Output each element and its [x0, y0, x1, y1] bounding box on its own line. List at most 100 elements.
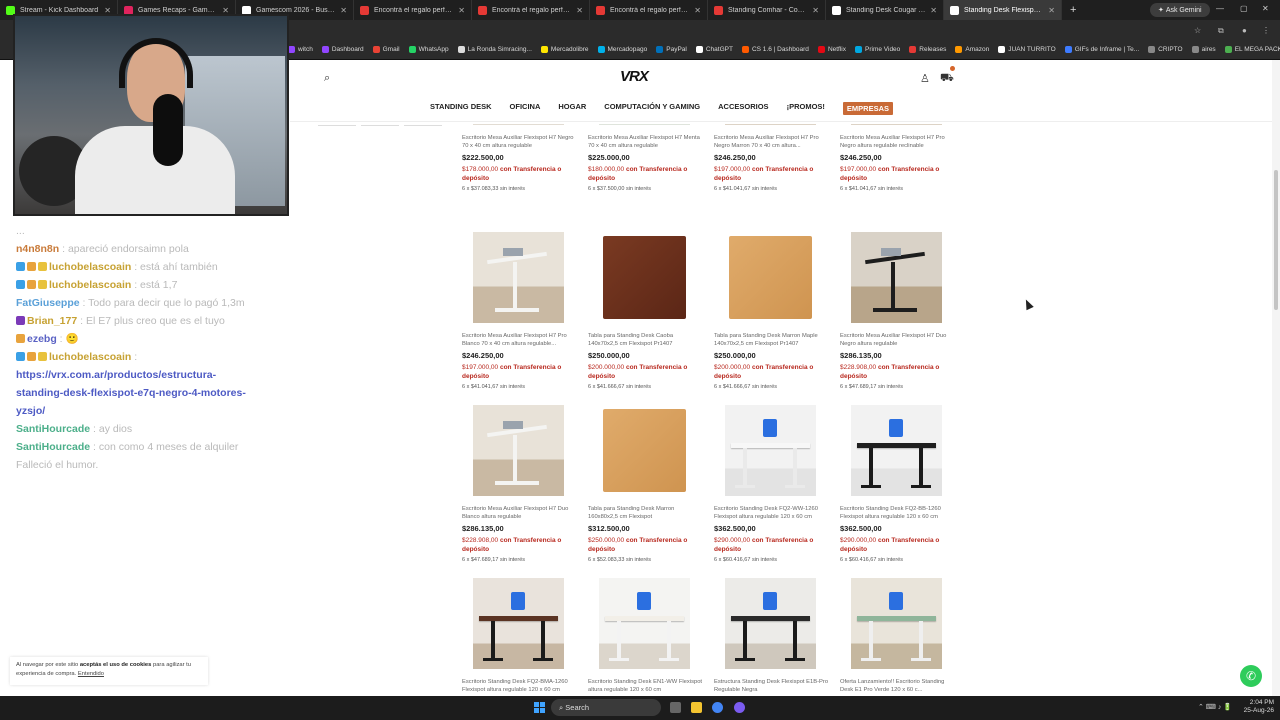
- discord-icon[interactable]: [734, 702, 745, 713]
- product-card[interactable]: Tabla para Standing Desk Marron Maple 14…: [714, 232, 830, 390]
- bookmark-item[interactable]: PayPal: [656, 46, 687, 53]
- bookmark-item[interactable]: CS 1.6 | Dashboard: [741, 46, 809, 53]
- extensions-icon[interactable]: ⧉: [1218, 26, 1224, 36]
- chat-username[interactable]: ezebg: [27, 333, 57, 345]
- bookmark-item[interactable]: EL MEGA PACK PAP...: [1224, 46, 1280, 53]
- filter-controls[interactable]: [318, 123, 442, 126]
- bookmark-item[interactable]: GIFs de Inframe | Te...: [1064, 46, 1139, 53]
- bookmark-item[interactable]: Releases: [909, 46, 946, 53]
- product-name[interactable]: Escritorio Standing Desk EN1-WW Flexispo…: [588, 678, 704, 694]
- product-name[interactable]: Escritorio Standing Desk FQ2-BMA-1260 Fl…: [462, 678, 578, 694]
- windows-start-icon[interactable]: [534, 702, 545, 713]
- product-name[interactable]: Escritorio Mesa Auxiliar Flexispot H7 Du…: [840, 332, 956, 348]
- task-view-icon[interactable]: [670, 702, 681, 713]
- product-image[interactable]: [851, 405, 942, 496]
- product-card[interactable]: Escritorio Standing Desk FQ2-WW-1260 Fle…: [714, 405, 830, 563]
- product-image[interactable]: [599, 124, 690, 125]
- browser-tab[interactable]: Standing Desk Flexispot: Escrit ✕: [944, 0, 1062, 20]
- product-image[interactable]: [599, 232, 690, 323]
- product-card[interactable]: Escritorio Mesa Auxiliar Flexispot H7 Me…: [588, 124, 704, 192]
- bookmark-item[interactable]: Netflix: [817, 46, 846, 53]
- chat-username[interactable]: n4n8n8n: [16, 243, 59, 255]
- chat-username[interactable]: SantiHourcade: [16, 423, 90, 435]
- bookmark-item[interactable]: Mercadopago: [597, 46, 647, 53]
- product-name[interactable]: Escritorio Mesa Auxiliar Flexispot H7 Pr…: [462, 332, 578, 348]
- product-card[interactable]: Escritorio Standing Desk FQ2-BB-1260 Fle…: [840, 405, 956, 563]
- chat-username[interactable]: Brian_177: [27, 315, 77, 327]
- star-icon[interactable]: ☆: [1194, 26, 1201, 35]
- product-name[interactable]: Estructura Standing Desk Flexispot E1B-P…: [714, 678, 830, 694]
- product-card[interactable]: Tabla para Standing Desk Marron 160x80x2…: [588, 405, 704, 563]
- chat-username[interactable]: SantiHourcade: [16, 441, 90, 453]
- nav-item-3[interactable]: COMPUTACIÓN Y GAMING: [604, 102, 700, 115]
- bookmark-item[interactable]: JUAN TURRITO: [998, 46, 1056, 53]
- product-card[interactable]: Estructura Standing Desk Flexispot E1B-P…: [714, 578, 830, 694]
- nav-item-5[interactable]: ¡PROMOS!: [787, 102, 825, 115]
- chat-username[interactable]: luchobelascoain: [49, 351, 131, 363]
- page-scrollbar[interactable]: [1272, 60, 1280, 696]
- bookmark-item[interactable]: Mercadolibre: [540, 46, 589, 53]
- product-card[interactable]: Oferta Lanzamiento!! Escritorio Standing…: [840, 578, 956, 694]
- bookmark-item[interactable]: Amazon: [955, 46, 989, 53]
- product-image[interactable]: [851, 578, 942, 669]
- nav-item-0[interactable]: STANDING DESK: [430, 102, 492, 115]
- tab-close-icon[interactable]: ✕: [694, 6, 701, 15]
- product-name[interactable]: Escritorio Mesa Auxiliar Flexispot H7 Pr…: [840, 134, 956, 150]
- browser-tab[interactable]: Encontrá el regalo perfecto! ✕: [472, 0, 590, 20]
- file-explorer-icon[interactable]: [691, 702, 702, 713]
- product-card[interactable]: Escritorio Mesa Auxiliar Flexispot H7 Du…: [840, 232, 956, 390]
- bookmark-item[interactable]: witch: [288, 46, 313, 53]
- taskbar-search[interactable]: ⌕ Search: [551, 699, 661, 716]
- product-card[interactable]: Escritorio Standing Desk EN1-WW Flexispo…: [588, 578, 704, 694]
- product-name[interactable]: Escritorio Mesa Auxiliar Flexispot H7 Pr…: [714, 134, 830, 150]
- product-card[interactable]: Tabla para Standing Desk Caoba 140x70x2,…: [588, 232, 704, 390]
- bookmark-item[interactable]: Prime Video: [855, 46, 900, 53]
- product-image[interactable]: [725, 578, 816, 669]
- product-card[interactable]: Escritorio Standing Desk FQ2-BMA-1260 Fl…: [462, 578, 578, 694]
- tab-close-icon[interactable]: ✕: [1048, 6, 1055, 15]
- product-name[interactable]: Escritorio Mesa Auxiliar Flexispot H7 Me…: [588, 134, 704, 150]
- bookmark-item[interactable]: CRIPTO: [1148, 46, 1183, 53]
- bookmark-item[interactable]: La Ronda Simracing...: [457, 46, 532, 53]
- search-icon[interactable]: ⌕: [324, 72, 330, 85]
- product-card[interactable]: Escritorio Mesa Auxiliar Flexispot H7 Pr…: [462, 232, 578, 390]
- product-name[interactable]: Escritorio Mesa Auxiliar Flexispot H7 Du…: [462, 505, 578, 521]
- cart-icon[interactable]: ⛟: [940, 72, 954, 86]
- tab-close-icon[interactable]: ✕: [340, 6, 347, 15]
- chrome-icon[interactable]: [712, 702, 723, 713]
- nav-item-4[interactable]: ACCESORIOS: [718, 102, 768, 115]
- chat-link[interactable]: https://vrx.com.ar/productos/estructura-…: [16, 369, 246, 417]
- product-name[interactable]: Tabla para Standing Desk Marron 160x80x2…: [588, 505, 704, 521]
- close-window-icon[interactable]: ✕: [1262, 4, 1269, 13]
- tab-close-icon[interactable]: ✕: [458, 6, 465, 15]
- product-image[interactable]: [851, 232, 942, 323]
- browser-tab[interactable]: Encontrá el regalo perfecto! ✕: [590, 0, 708, 20]
- tab-close-icon[interactable]: ✕: [576, 6, 583, 15]
- chat-username[interactable]: luchobelascoain: [49, 261, 131, 273]
- site-logo[interactable]: VRX: [620, 68, 652, 88]
- bookmark-item[interactable]: WhatsApp: [408, 46, 449, 53]
- product-image[interactable]: [473, 124, 564, 125]
- whatsapp-icon[interactable]: ✆: [1240, 665, 1262, 687]
- minimize-icon[interactable]: —: [1216, 4, 1224, 13]
- product-card[interactable]: Escritorio Mesa Auxiliar Flexispot H7 Pr…: [714, 124, 830, 192]
- chat-username[interactable]: FatGiuseppe: [16, 297, 80, 309]
- product-image[interactable]: [725, 124, 816, 125]
- product-image[interactable]: [599, 405, 690, 496]
- bookmark-item[interactable]: Gmail: [372, 46, 400, 53]
- chat-username[interactable]: luchobelascoain: [49, 279, 131, 291]
- ask-gemini-button[interactable]: ✦ Ask Gemini: [1150, 3, 1210, 17]
- bookmark-item[interactable]: aires: [1191, 46, 1216, 53]
- new-tab-icon[interactable]: +: [1062, 4, 1084, 16]
- product-name[interactable]: Escritorio Mesa Auxiliar Flexispot H7 Ne…: [462, 134, 578, 150]
- tab-close-icon[interactable]: ✕: [812, 6, 819, 15]
- nav-item-2[interactable]: HOGAR: [558, 102, 586, 115]
- product-image[interactable]: [473, 232, 564, 323]
- product-image[interactable]: [725, 405, 816, 496]
- cookie-accept-link[interactable]: Entendido: [78, 671, 104, 677]
- browser-tab[interactable]: Standing Comhar - Comprar en ✕: [708, 0, 826, 20]
- product-image[interactable]: [473, 405, 564, 496]
- taskbar-clock[interactable]: 2:04 PM 25-Aug-26: [1240, 699, 1274, 715]
- product-image[interactable]: [725, 232, 816, 323]
- product-card[interactable]: Escritorio Mesa Auxiliar Flexispot H7 Du…: [462, 405, 578, 563]
